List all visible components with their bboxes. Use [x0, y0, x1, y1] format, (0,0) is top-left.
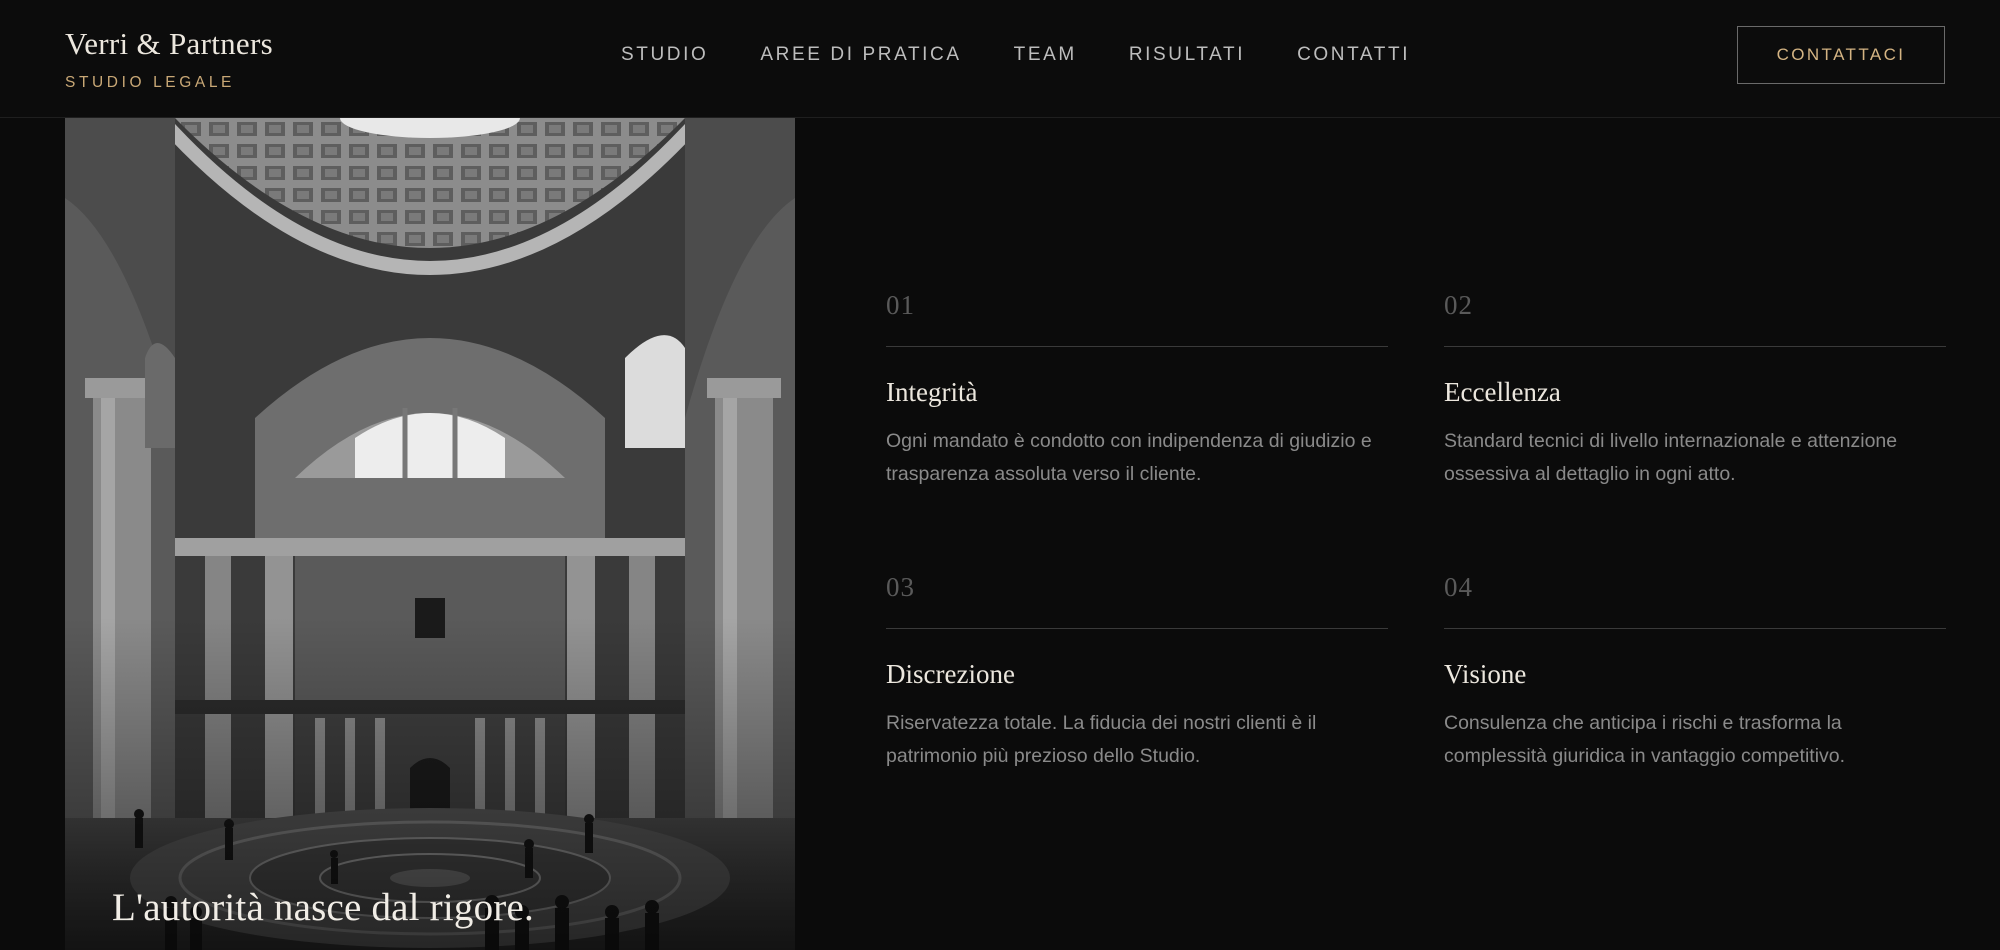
- main-nav: STUDIO AREE DI PRATICA TEAM RISULTATI CO…: [621, 44, 1410, 66]
- value-divider: [886, 346, 1388, 347]
- value-card: 03 Discrezione Riservatezza totale. La f…: [886, 572, 1388, 773]
- hero-caption: L'autorità nasce dal rigore.: [112, 886, 534, 929]
- value-card: 02 Eccellenza Standard tecnici di livell…: [1444, 290, 1946, 491]
- value-number: 02: [1444, 290, 1473, 320]
- value-number: 04: [1444, 572, 1473, 602]
- brand-name: Verri & Partners: [65, 26, 273, 61]
- contact-button[interactable]: CONTATTACI: [1737, 26, 1945, 84]
- nav-item-contatti[interactable]: CONTATTI: [1297, 44, 1410, 66]
- hero-image: L'autorità nasce dal rigore.: [65, 118, 795, 950]
- nav-item-risultati[interactable]: RISULTATI: [1129, 44, 1245, 66]
- value-divider: [1444, 628, 1946, 629]
- value-title: Discrezione: [886, 659, 1015, 689]
- rotunda-interior-illustration: [65, 118, 795, 950]
- value-description: Ogni mandato è condotto con indipendenza…: [886, 430, 1372, 485]
- brand-subtitle: STUDIO LEGALE: [65, 74, 235, 91]
- value-card: 04 Visione Consulenza che anticipa i ris…: [1444, 572, 1946, 773]
- value-title: Visione: [1444, 659, 1527, 689]
- nav-item-aree-di-pratica[interactable]: AREE DI PRATICA: [760, 44, 961, 66]
- site-header: Verri & Partners STUDIO LEGALE STUDIO AR…: [0, 0, 2000, 118]
- value-title: Eccellenza: [1444, 377, 1561, 407]
- nav-item-studio[interactable]: STUDIO: [621, 44, 708, 66]
- value-card: 01 Integrità Ogni mandato è condotto con…: [886, 290, 1388, 491]
- brand-logo[interactable]: Verri & Partners STUDIO LEGALE: [65, 26, 273, 92]
- value-divider: [1444, 346, 1946, 347]
- value-title: Integrità: [886, 377, 978, 407]
- value-description: Standard tecnici di livello internaziona…: [1444, 430, 1898, 485]
- value-description: Riservatezza totale. La fiducia dei nost…: [886, 712, 1317, 767]
- value-number: 03: [886, 572, 915, 602]
- value-divider: [886, 628, 1388, 629]
- value-description: Consulenza che anticipa i rischi e trasf…: [1444, 712, 1846, 767]
- value-number: 01: [886, 290, 915, 320]
- nav-item-team[interactable]: TEAM: [1014, 44, 1077, 66]
